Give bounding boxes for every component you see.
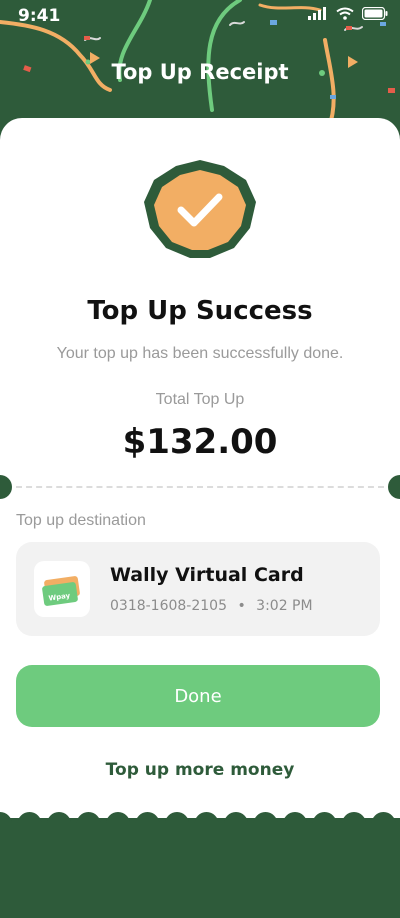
wifi-icon [336,7,354,20]
success-subtitle: Your top up has been successfully done. [56,345,344,362]
card-meta: 0318-1608-2105 • 3:02 PM [110,598,313,614]
card-time: 3:02 PM [256,598,313,614]
total-top-up-label: Total Top Up [155,391,245,408]
destination-card: Wpay Wally Virtual Card 0318-1608-2105 •… [16,542,380,636]
success-title: Top Up Success [87,296,313,326]
card-name: Wally Virtual Card [110,564,304,586]
destination-label: Top up destination [16,512,146,529]
page-title: Top Up Receipt [111,60,289,84]
battery-icon [362,7,388,20]
total-top-up-amount: $132.00 [122,422,278,462]
status-icons [308,7,388,20]
top-up-more-link[interactable]: Top up more money [0,760,400,780]
signal-icon [308,7,326,20]
status-time: 9:41 [18,6,61,26]
virtual-card-icon: Wpay [42,576,80,606]
card-thumbnail: Wpay [34,561,90,617]
receipt-screen: 9:41 Top Up Receipt Top Up Success Your … [0,0,400,918]
meta-separator: • [237,598,246,614]
card-number: 0318-1608-2105 [110,598,227,614]
done-button[interactable]: Done [16,665,380,727]
success-check-icon [144,160,256,258]
scalloped-edge [0,812,396,824]
status-bar: 9:41 [0,0,400,32]
perforation-divider [16,486,384,488]
